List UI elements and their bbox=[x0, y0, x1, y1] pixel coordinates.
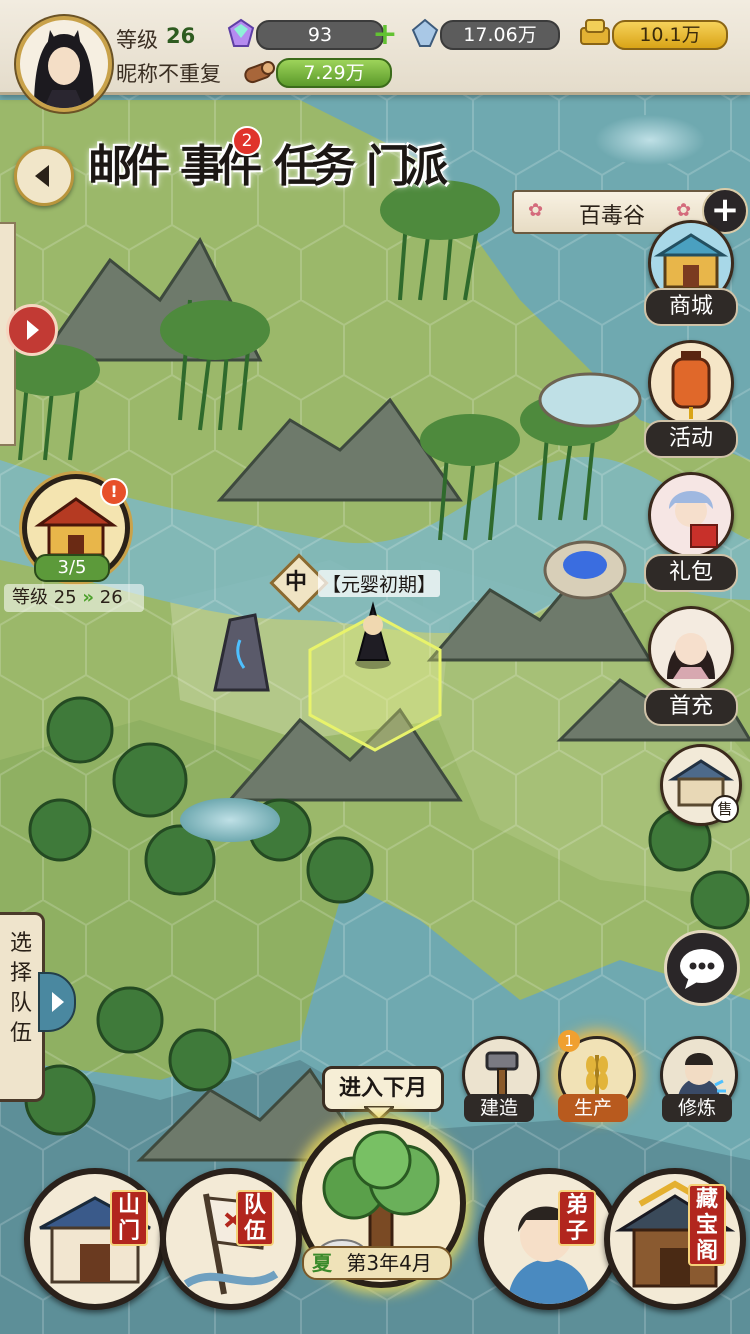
nav-team-label: 队伍 bbox=[236, 1190, 274, 1246]
nav-treasure-label: 藏宝阁 bbox=[688, 1184, 726, 1266]
arrow-right-icon: » bbox=[82, 587, 95, 608]
tab-tasks[interactable]: 任务 bbox=[274, 130, 362, 200]
first-recharge-label: 首充 bbox=[644, 688, 738, 726]
sect-level-label: 等级 bbox=[12, 587, 48, 608]
jade-amount: 93 bbox=[256, 20, 384, 50]
tab-mail-label: 邮件 bbox=[88, 141, 170, 192]
crystal-icon bbox=[410, 18, 440, 48]
lantern-icon bbox=[671, 351, 711, 419]
add-jade-button[interactable]: + bbox=[372, 20, 398, 50]
chevron-right-icon bbox=[27, 320, 39, 340]
player-avatar[interactable] bbox=[16, 16, 112, 112]
sect-level-to: 26 bbox=[99, 587, 123, 608]
wood-amount: 7.29万 bbox=[276, 58, 392, 88]
activity-label: 活动 bbox=[644, 420, 738, 458]
first-recharge-button[interactable] bbox=[648, 606, 734, 692]
level-label: 等级 bbox=[116, 28, 158, 52]
crystal-amount: 17.06万 bbox=[440, 20, 560, 50]
gold-ingot-icon bbox=[578, 16, 612, 48]
top-status-bar: 等级 26 昵称不重复 93 + 17.06万 10.1万 7.29万 bbox=[0, 0, 750, 112]
produce-badge: 1 bbox=[558, 1030, 580, 1052]
banner-flag-icon bbox=[183, 1193, 279, 1295]
collapse-tabs-button[interactable] bbox=[14, 146, 74, 206]
avatar-portrait-icon bbox=[34, 30, 94, 108]
tab-sect-label: 门派 bbox=[366, 141, 448, 192]
sect-progress: 3/5 bbox=[34, 554, 110, 582]
gift-girl-icon bbox=[669, 491, 718, 548]
store-button[interactable]: 售 bbox=[660, 744, 742, 826]
chevron-right-icon bbox=[52, 992, 64, 1012]
gold-amount: 10.1万 bbox=[612, 20, 728, 50]
expand-left-drawer-button[interactable] bbox=[6, 304, 58, 356]
produce-label: 生产 bbox=[558, 1094, 628, 1122]
nav-disciples[interactable] bbox=[478, 1168, 620, 1310]
game-date: 夏 第3年4月 bbox=[302, 1246, 452, 1280]
tab-mail[interactable]: 邮件 bbox=[88, 130, 176, 200]
date-label: 第3年4月 bbox=[346, 1251, 432, 1275]
first-recharge-girl-icon bbox=[667, 633, 715, 679]
tab-sect[interactable]: 门派 bbox=[366, 130, 454, 200]
level-value: 26 bbox=[166, 24, 196, 48]
sect-alert-badge: ! bbox=[100, 478, 128, 506]
shop-label: 商城 bbox=[644, 288, 738, 326]
jade-icon bbox=[226, 18, 256, 48]
gift-pack-button[interactable] bbox=[648, 472, 734, 558]
blossom-right-icon: ✿ bbox=[676, 200, 692, 221]
nav-disciples-label: 弟子 bbox=[558, 1190, 596, 1246]
stage-badge: 中 bbox=[284, 569, 307, 595]
chat-button[interactable] bbox=[664, 930, 740, 1006]
nav-team[interactable] bbox=[160, 1168, 302, 1310]
unit-realm[interactable]: 【元婴初期】 bbox=[318, 570, 441, 597]
wood-log-icon bbox=[242, 56, 276, 86]
build-label: 建造 bbox=[464, 1094, 534, 1122]
gift-pack-label: 礼包 bbox=[644, 554, 738, 592]
nickname[interactable]: 昵称不重复 bbox=[116, 58, 221, 88]
chat-bubble-icon bbox=[680, 949, 724, 989]
nav-sect-gate-label: 山门 bbox=[110, 1190, 148, 1246]
chevron-left-icon bbox=[35, 165, 49, 187]
expand-team-button[interactable] bbox=[38, 972, 76, 1032]
store-sell-tag: 售 bbox=[711, 795, 739, 823]
events-badge: 2 bbox=[232, 126, 262, 156]
activity-button[interactable] bbox=[648, 340, 734, 426]
season-label: 夏 bbox=[312, 1251, 332, 1275]
tab-tasks-label: 任务 bbox=[274, 141, 356, 192]
select-team-label: 选择队伍 bbox=[9, 931, 32, 1046]
sect-level-upgrade: 等级 25 » 26 bbox=[4, 584, 144, 612]
sect-level-from: 25 bbox=[53, 587, 77, 608]
cultivate-label: 修炼 bbox=[662, 1094, 732, 1122]
